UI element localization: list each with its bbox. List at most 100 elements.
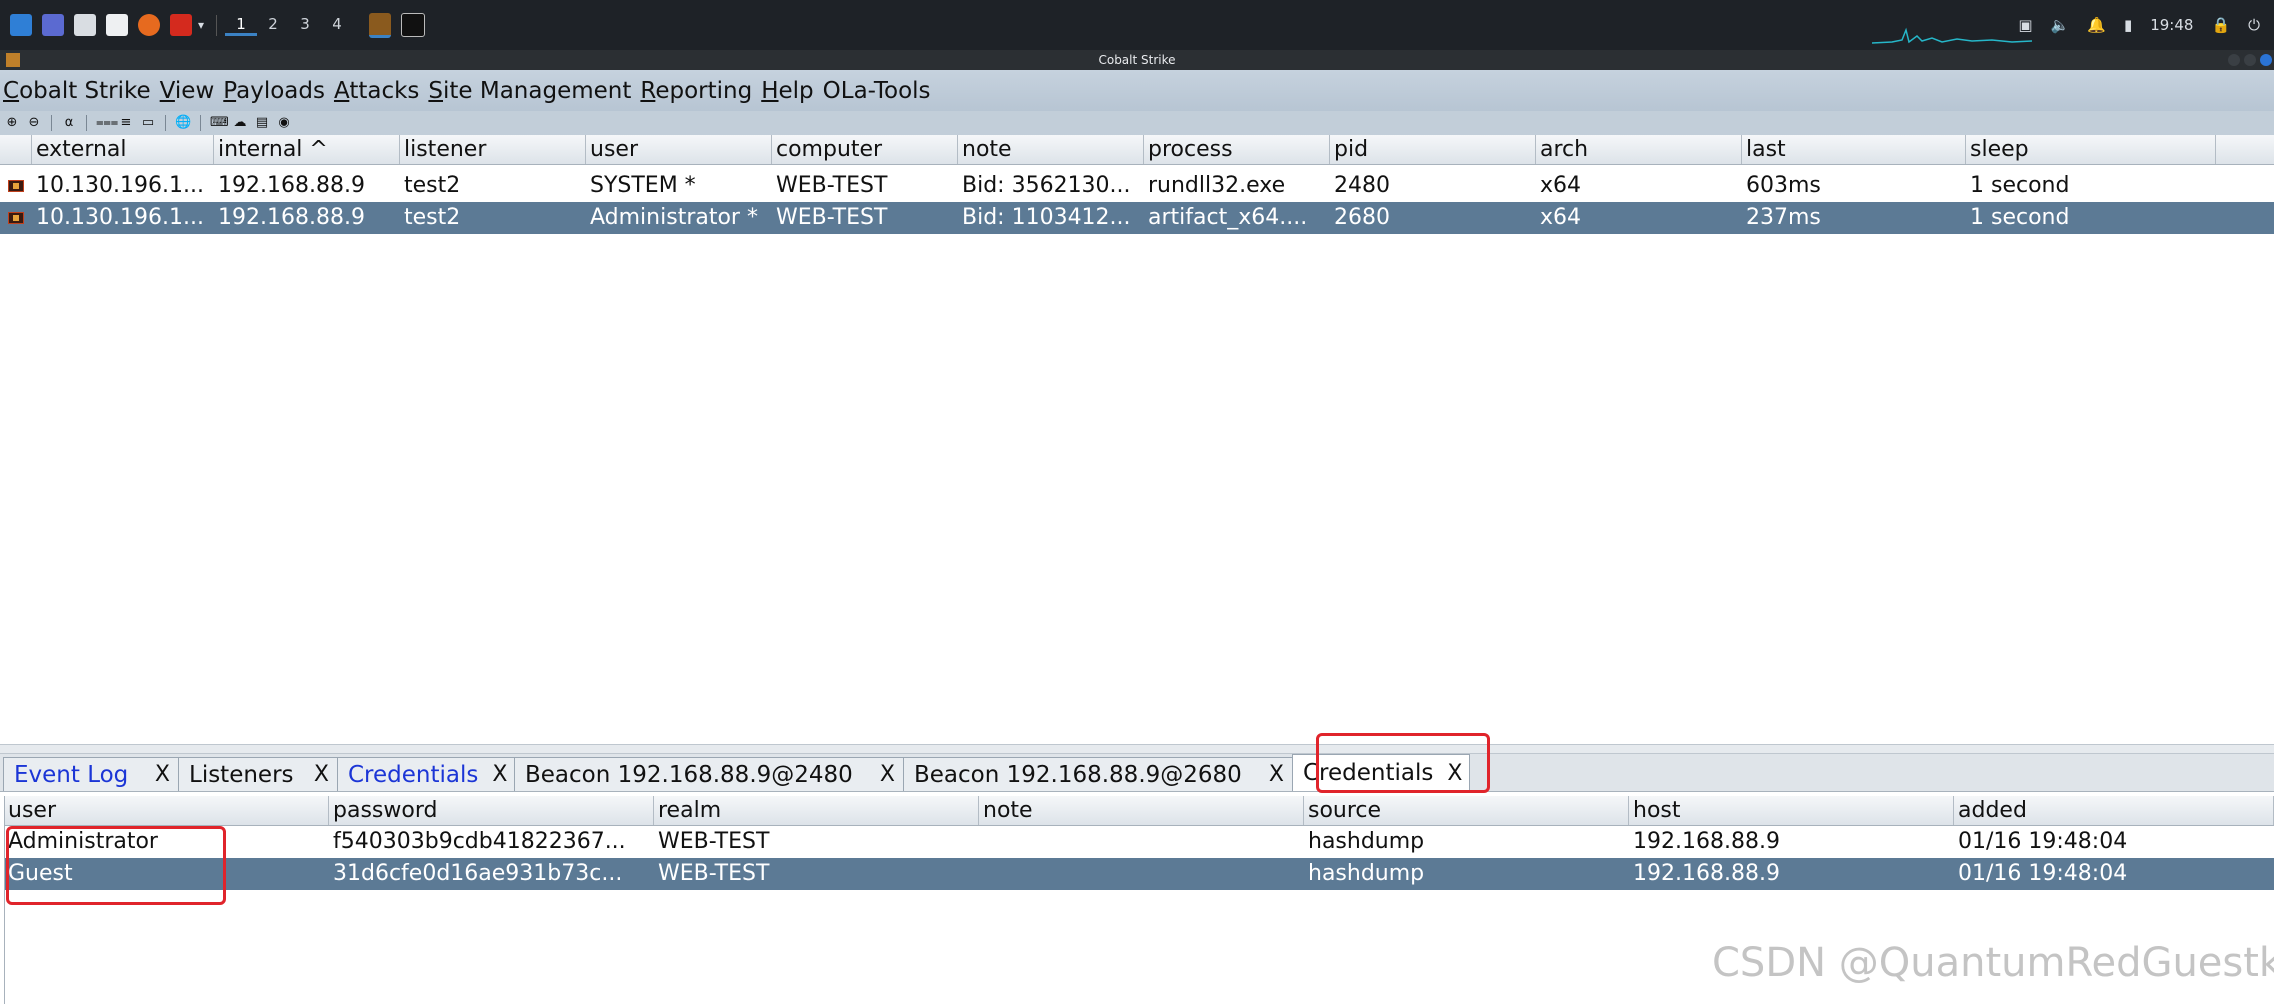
chevron-down-icon[interactable]: ▾ bbox=[198, 18, 204, 32]
globe-icon[interactable]: 🌐 bbox=[175, 115, 191, 131]
clock[interactable]: 19:48 bbox=[2150, 16, 2193, 34]
credential-cell-realm: WEB-TEST bbox=[658, 829, 770, 854]
beacons-column-header[interactable]: listener bbox=[400, 135, 586, 164]
beacons-column-header[interactable]: last bbox=[1742, 135, 1966, 164]
credentials-column-header[interactable]: host bbox=[1629, 796, 1954, 825]
red-app-icon[interactable] bbox=[170, 14, 192, 36]
add-icon[interactable]: ⊕ bbox=[4, 115, 20, 131]
workspace-3[interactable]: 3 bbox=[289, 15, 321, 36]
credential-cell-user: Guest bbox=[8, 861, 73, 886]
notification-bell-icon[interactable]: 🔔 bbox=[2087, 16, 2106, 34]
menu-attacks[interactable]: Attacks bbox=[334, 78, 419, 104]
beacon-cell-arch: x64 bbox=[1540, 205, 1582, 230]
menu-ola-tools[interactable]: OLa-Tools bbox=[823, 78, 931, 104]
beacons-column-header[interactable]: sleep bbox=[1966, 135, 2216, 164]
minimize-button[interactable] bbox=[2228, 54, 2240, 66]
credential-cell-source: hashdump bbox=[1308, 861, 1425, 886]
beacon-row[interactable]: 10.130.196.1... 192.168.88.9 test2 SYSTEM *… bbox=[0, 170, 2274, 202]
tab-label: Credentials bbox=[348, 761, 479, 788]
menu-reporting[interactable]: Reporting bbox=[640, 78, 752, 104]
beacons-column-header[interactable]: pid bbox=[1330, 135, 1536, 164]
tab-event-log[interactable]: Event Log X bbox=[3, 757, 179, 791]
beacon-cell-computer: WEB-TEST bbox=[776, 173, 888, 198]
maximize-button[interactable] bbox=[2244, 54, 2256, 66]
cloud-icon[interactable]: ☁ bbox=[232, 115, 248, 131]
workspace-4[interactable]: 4 bbox=[321, 15, 353, 36]
credentials-column-header[interactable]: password bbox=[329, 796, 654, 825]
beacons-column-header[interactable]: arch bbox=[1536, 135, 1742, 164]
workspace-1[interactable]: 1 bbox=[225, 15, 258, 36]
credentials-column-header[interactable]: user bbox=[4, 796, 329, 825]
menu-help[interactable]: Help bbox=[761, 78, 813, 104]
beacons-column-header[interactable]: process bbox=[1144, 135, 1330, 164]
credential-row[interactable]: Administrator f540303b9cdb41822367... WEB-… bbox=[4, 826, 2274, 858]
credentials-column-header[interactable]: source bbox=[1304, 796, 1629, 825]
credential-cell-source: hashdump bbox=[1308, 829, 1425, 854]
list-icon[interactable]: ≡ bbox=[118, 115, 134, 131]
credentials-column-header[interactable]: added bbox=[1954, 796, 2274, 825]
beacon-cell-internal: 192.168.88.9 bbox=[218, 173, 365, 198]
desktop-icon[interactable] bbox=[42, 14, 64, 36]
beacon-cell-last: 237ms bbox=[1746, 205, 1821, 230]
file-manager-icon[interactable] bbox=[74, 14, 96, 36]
beacons-table-header: external internal ^ listener user computer no… bbox=[0, 135, 2274, 165]
beacons-column-header[interactable]: user bbox=[586, 135, 772, 164]
workspace-2[interactable]: 2 bbox=[257, 15, 289, 36]
tab-credentials[interactable]: Credentials X bbox=[337, 757, 515, 791]
close-button[interactable] bbox=[2260, 54, 2272, 66]
tab-listeners[interactable]: Listeners X bbox=[178, 757, 338, 791]
camera-icon[interactable]: ◉ bbox=[276, 115, 292, 131]
tab-close-button[interactable]: X bbox=[1269, 762, 1284, 787]
tab-close-button[interactable]: X bbox=[155, 762, 170, 787]
kali-menu-icon[interactable] bbox=[10, 14, 32, 36]
tab-strip: Event Log X Listeners X Credentials X Beacon 1… bbox=[0, 754, 2274, 792]
battery-icon[interactable]: ▮ bbox=[2124, 16, 2132, 34]
beacon-cell-pid: 2680 bbox=[1334, 205, 1390, 230]
cobalt-strike-task-icon[interactable] bbox=[369, 12, 392, 38]
terminal-icon[interactable]: ▤ bbox=[254, 115, 270, 131]
firefox-icon[interactable] bbox=[138, 14, 160, 36]
headphones-icon[interactable]: ⍺ bbox=[61, 115, 77, 131]
pane-splitter[interactable] bbox=[0, 744, 2274, 754]
beacons-column-header[interactable]: internal ^ bbox=[214, 135, 400, 164]
remove-icon[interactable]: ⊖ bbox=[26, 115, 42, 131]
terminal-task-icon[interactable] bbox=[401, 13, 426, 37]
beacon-session-icon bbox=[8, 212, 24, 224]
beacon-row[interactable]: 10.130.196.1... 192.168.88.9 test2 Administ… bbox=[0, 202, 2274, 234]
beacon-cell-icon bbox=[0, 170, 32, 202]
credential-cell-added: 01/16 19:48:04 bbox=[1958, 829, 2128, 854]
menu-payloads[interactable]: Payloads bbox=[223, 78, 325, 104]
credential-cell-user: Administrator bbox=[8, 829, 158, 854]
tab-beacon-192-168-88-9-2480[interactable]: Beacon 192.168.88.9@2480 X bbox=[514, 757, 904, 791]
power-icon[interactable]: ⏻ bbox=[2248, 16, 2260, 34]
laptop-icon[interactable]: ▭ bbox=[140, 115, 156, 131]
tab-credentials[interactable]: Credentials X bbox=[1292, 754, 1470, 791]
system-panel: ▾ 1 2 3 4 ▣ 🔈 🔔 ▮ 19:48 🔒 ⏻ bbox=[0, 0, 2274, 50]
tab-close-button[interactable]: X bbox=[314, 762, 329, 787]
beacons-column-header[interactable]: external bbox=[32, 135, 214, 164]
volume-icon[interactable]: 🔈 bbox=[2051, 16, 2070, 34]
lock-icon[interactable]: 🔒 bbox=[2211, 16, 2230, 34]
tab-close-button[interactable]: X bbox=[1447, 761, 1462, 786]
toolbar: ⊕ ⊖ ⍺ ⩶ ≡ ▭ 🌐 ⌨ ☁ ▤ ◉ bbox=[0, 111, 2274, 135]
tab-close-button[interactable]: X bbox=[492, 762, 507, 787]
beacon-cell-sleep: 1 second bbox=[1970, 173, 2070, 198]
menu-site-management[interactable]: Site Management bbox=[428, 78, 631, 104]
keyboard-icon[interactable]: ⌨ bbox=[210, 115, 229, 131]
share-icon[interactable]: ⩶ bbox=[96, 115, 118, 131]
text-editor-icon[interactable] bbox=[106, 14, 128, 36]
tab-close-button[interactable]: X bbox=[880, 762, 895, 787]
credentials-table-header: user password realm note source host added bbox=[4, 796, 2274, 826]
credential-row[interactable]: Guest 31d6cfe0d16ae931b73c... WEB-TEST hash… bbox=[4, 858, 2274, 890]
beacon-cell-note: Bid: 3562130... bbox=[962, 173, 1131, 198]
menu-view[interactable]: View bbox=[160, 78, 215, 104]
tab-beacon-192-168-88-9-2680[interactable]: Beacon 192.168.88.9@2680 X bbox=[903, 757, 1293, 791]
menu-cobalt-strike[interactable]: Cobalt Strike bbox=[3, 78, 151, 104]
beacons-column-header[interactable]: note bbox=[958, 135, 1144, 164]
beacons-column-header[interactable]: computer bbox=[772, 135, 958, 164]
credentials-column-header[interactable]: realm bbox=[654, 796, 979, 825]
beacon-cell-external: 10.130.196.1... bbox=[36, 173, 204, 198]
credentials-column-header[interactable]: note bbox=[979, 796, 1304, 825]
display-icon[interactable]: ▣ bbox=[2018, 16, 2032, 34]
tab-label: Beacon 192.168.88.9@2680 bbox=[914, 761, 1242, 788]
